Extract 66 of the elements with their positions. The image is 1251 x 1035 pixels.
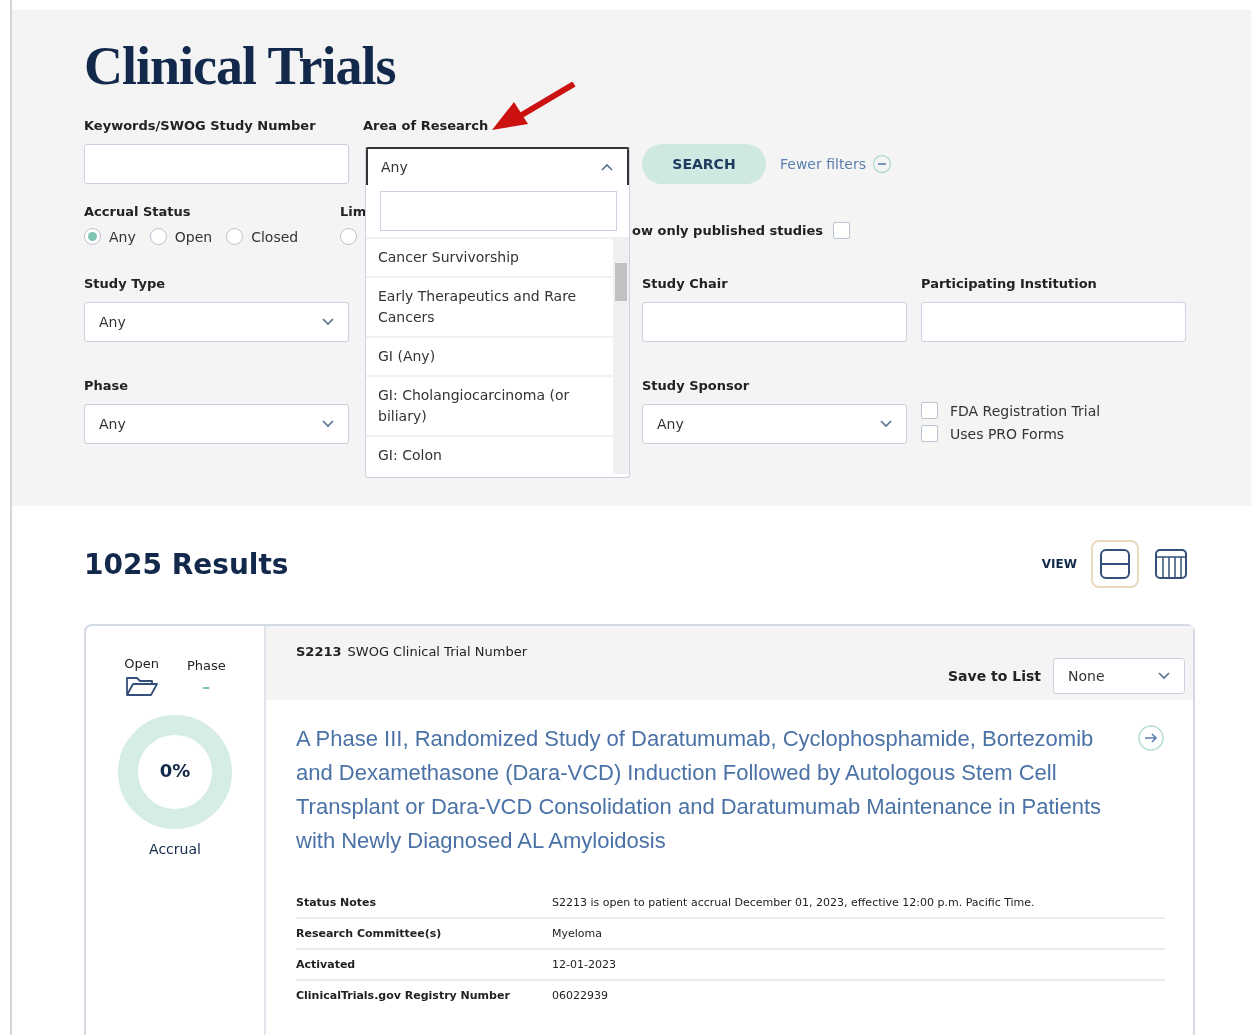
detail-label: Activated bbox=[296, 958, 357, 971]
status-label: Open bbox=[124, 656, 159, 671]
phase-value: – bbox=[202, 676, 211, 696]
chevron-down-icon bbox=[880, 420, 892, 428]
detail-value: Myeloma bbox=[552, 927, 603, 940]
accrual-percent: 0% bbox=[158, 760, 192, 781]
scrollbar[interactable] bbox=[613, 237, 629, 474]
radio-label: Closed bbox=[251, 228, 299, 245]
card-view-button[interactable] bbox=[1091, 540, 1139, 588]
select-field[interactable]: Any bbox=[642, 404, 907, 444]
radio-button[interactable] bbox=[84, 228, 101, 245]
checkbox[interactable] bbox=[833, 222, 851, 239]
keywords-field[interactable] bbox=[84, 144, 349, 184]
detail-label: ClinicalTrials.gov Registry Number bbox=[296, 989, 511, 1002]
save-to-list-label: Save to List bbox=[948, 668, 1041, 684]
split-panel-icon bbox=[1099, 548, 1131, 580]
checkbox[interactable] bbox=[921, 425, 938, 442]
save-to-list-select[interactable]: None bbox=[1053, 658, 1185, 694]
page-title: Clinical Trials bbox=[84, 36, 396, 96]
detail-label: Status Notes bbox=[296, 896, 378, 909]
minus-circle-icon bbox=[872, 154, 893, 174]
radio-button[interactable] bbox=[149, 228, 167, 245]
accrual-label: Accrual bbox=[149, 841, 201, 857]
results-count: 1025 Results bbox=[84, 547, 289, 581]
checkbox-label: Uses PRO Forms bbox=[950, 425, 1065, 442]
detail-label: Research Committee(s) bbox=[296, 927, 443, 940]
dropdown-search-field[interactable] bbox=[380, 191, 617, 231]
trial-number: S2213 bbox=[296, 644, 342, 659]
folder-icon bbox=[124, 675, 159, 697]
field-label: Area of Research bbox=[363, 118, 490, 135]
radio-button[interactable] bbox=[340, 228, 357, 245]
radio-button[interactable] bbox=[226, 228, 244, 245]
select-field[interactable]: Any bbox=[84, 404, 349, 444]
chevron-down-icon bbox=[322, 420, 334, 428]
detail-value: S2213 is open to patient accrual December 01, 2023, effective 12:00 p.m. Pacific Time. bbox=[552, 896, 1036, 909]
field-label: Study Type bbox=[84, 276, 167, 293]
view-label: VIEW bbox=[1041, 557, 1077, 571]
fewer-filters-link[interactable]: Fewer filters bbox=[780, 156, 867, 172]
field-label: Study Chair bbox=[642, 276, 729, 293]
detail-value: 12-01-2023 bbox=[552, 958, 617, 971]
search-button[interactable]: SEARCH bbox=[642, 144, 766, 184]
study-chair-field[interactable] bbox=[642, 302, 907, 342]
field-label: Accrual Status bbox=[84, 204, 192, 221]
field-label: Participating Institution bbox=[921, 276, 1098, 293]
checkbox-label: FDA Registration Trial bbox=[950, 402, 1101, 419]
detail-value: 06022939 bbox=[552, 989, 609, 1002]
trial-title-link[interactable]: A Phase III, Randomized Study of Daratumumab, Cyclophosphamide, Bortezomib and Dexamethasone (Dara-VCD) Induction Followed by Autologous Stem Cell Transplant or Dara-VCD Consolidation and Daratumumab Maintenance in Patients with Newly Diagnosed AL Amyloidosis bbox=[296, 722, 1123, 858]
radio-label: Open bbox=[174, 228, 213, 245]
arrow-icon bbox=[492, 82, 576, 132]
radio-label: Any bbox=[109, 228, 136, 245]
chevron-down-icon bbox=[1158, 672, 1170, 680]
checkbox[interactable] bbox=[921, 402, 938, 419]
trial-number-label: SWOG Clinical Trial Number bbox=[347, 644, 528, 659]
chevron-down-icon bbox=[322, 318, 334, 326]
chevron-up-icon bbox=[601, 163, 613, 171]
field-label: Study Sponsor bbox=[642, 378, 751, 395]
phase-label: Phase bbox=[186, 657, 226, 673]
checkbox-label: ow only published studies bbox=[632, 223, 824, 238]
area-select[interactable]: Any bbox=[366, 149, 629, 185]
field-label: Lim bbox=[340, 204, 368, 221]
field-label: Keywords/SWOG Study Number bbox=[84, 118, 317, 135]
grid-icon bbox=[1155, 549, 1187, 579]
institution-field[interactable] bbox=[921, 302, 1186, 342]
arrow-right-circle-icon[interactable] bbox=[1137, 724, 1165, 752]
field-label: Phase bbox=[84, 378, 130, 395]
select-field[interactable]: Any bbox=[84, 302, 349, 342]
